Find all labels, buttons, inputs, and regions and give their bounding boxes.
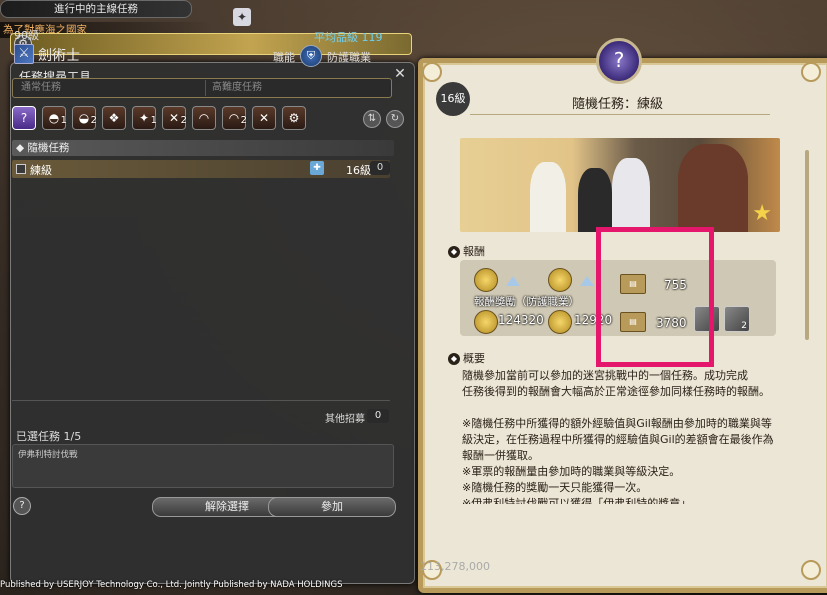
main-quest-tab[interactable]: 進行中的主線任務 [0, 0, 192, 18]
job-name: 劍術士 [38, 48, 80, 64]
frame-ornament [801, 62, 821, 82]
duty-banner-image: ★ [460, 138, 780, 232]
summary-section-header: ◆ 概要 [448, 350, 485, 366]
help-icon[interactable]: ? [13, 497, 31, 515]
copyright-text: Published by USERJOY Technology Co., Ltd… [0, 580, 343, 590]
star-icon: ★ [752, 201, 772, 226]
trial-category-icon[interactable]: ❖ [102, 106, 126, 130]
duty-level-badge: 16級 [436, 82, 470, 116]
other-recruit-label: 其他招募 [325, 414, 365, 425]
random-duty-icon[interactable]: ? [12, 106, 36, 130]
reward-section-header: ◆ 報酬 [448, 243, 485, 259]
tank-role-icon: ⛨ [300, 45, 322, 67]
frame-ornament [422, 62, 442, 82]
frame-ornament [801, 560, 821, 580]
deep-dungeon-category-icon[interactable]: ◠ 2 [222, 106, 247, 130]
gil-icon [548, 310, 572, 334]
guildhest-category-icon[interactable]: ◒ 2 [72, 106, 97, 130]
average-item-level: 平均品級 119 [314, 31, 383, 44]
bonus-arrow-icon [506, 276, 520, 286]
duty-level: 16級 [346, 164, 371, 177]
other-recruit-count: 0 [367, 409, 389, 423]
exp-icon [474, 268, 498, 292]
refresh-icon[interactable]: ↻ [386, 110, 404, 128]
duty-name: 練級 [30, 164, 52, 177]
category-header[interactable]: ◆ 隨機任務 [12, 140, 394, 156]
reward-label: 報酬獎勵（防護職業） [474, 296, 579, 308]
character-level: 90級 [14, 29, 39, 42]
tab-normal-duties[interactable]: 通常任務 [21, 80, 201, 96]
duty-bonus-icon: ✚ [310, 161, 324, 175]
expand-icon: ◆ [16, 142, 28, 154]
role-label: 職能 [273, 51, 295, 64]
gold-saucer-category-icon[interactable]: ⚙ [282, 106, 306, 130]
selected-duty-item: 伊弗利特討伐戰 [18, 450, 78, 460]
duty-description: 隨機參加當前可以參加的迷宮挑戰中的一個任務。成功完成 任務後得到的報酬會大幅高於… [462, 369, 774, 504]
role-name: 防護職業 [327, 51, 371, 64]
close-icon[interactable]: ✕ [392, 66, 408, 82]
checkbox-icon[interactable] [16, 164, 26, 174]
dungeon-category-icon[interactable]: ◓ 1 [42, 106, 67, 130]
alliance-category-icon[interactable]: ◠ [192, 106, 216, 130]
join-button[interactable]: 參加 [268, 497, 396, 517]
random-duty-icon: ? [596, 38, 642, 84]
item-reward-icon[interactable]: 2 [724, 306, 750, 332]
gil-total: 113,278,000 [420, 560, 490, 573]
crossed-swords-category-icon[interactable]: ✕ [252, 106, 276, 130]
duty-list-area [12, 182, 390, 401]
pvp-category-icon[interactable]: ✕ 2 [162, 106, 187, 130]
exp-icon [474, 310, 498, 334]
highlight-box [596, 227, 714, 367]
gil-icon [548, 268, 572, 292]
duty-search-tabs: 通常任務 高難度任務 [12, 78, 392, 98]
job-gladiator-icon: ⚔ [14, 44, 34, 64]
scrollbar[interactable] [805, 150, 809, 340]
duty-list-item[interactable]: 練級 ✚ 16級 0 [12, 160, 390, 178]
exp-value: 124320 [498, 313, 544, 327]
quest-marker-icon: ✦ [233, 8, 251, 26]
raid-category-icon[interactable]: ✦ 1 [132, 106, 157, 130]
sort-icon[interactable]: ⇅ [363, 110, 381, 128]
tab-high-end-duties[interactable]: 高難度任務 [205, 80, 392, 96]
duty-count: 0 [370, 161, 390, 175]
bonus-arrow-icon [580, 276, 594, 286]
divider [470, 114, 770, 115]
duty-title: 隨機任務：練級 [572, 97, 664, 112]
selected-duties-label: 已選任務 1/5 [16, 430, 82, 443]
